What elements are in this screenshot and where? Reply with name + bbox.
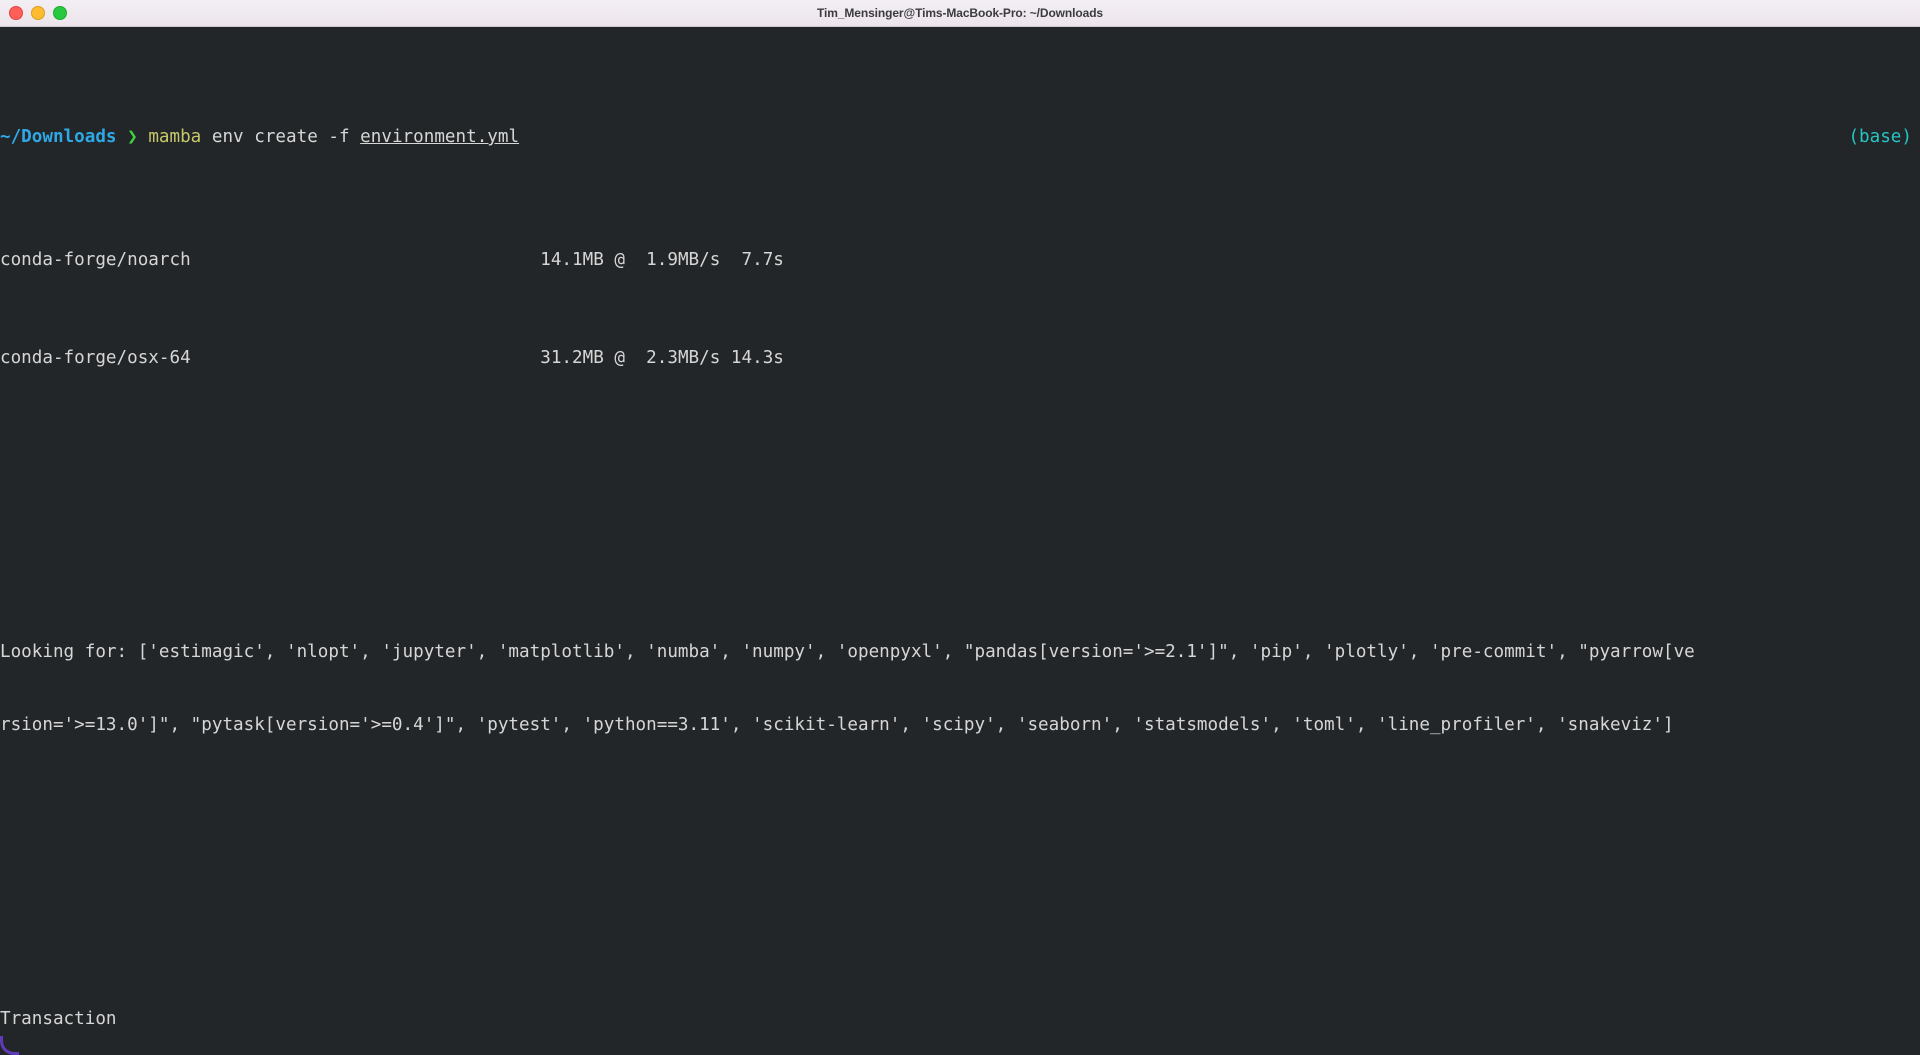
download-gap-noarch bbox=[720, 250, 741, 270]
window-title: Tim_Mensinger@Tims-MacBook-Pro: ~/Downlo… bbox=[816, 6, 1103, 20]
looking-for-line-2: rsion='>=13.0']", "pytask[version='>=0.4… bbox=[0, 715, 1674, 735]
download-gap-osx64 bbox=[720, 348, 731, 368]
download-size-noarch: 14.1MB bbox=[540, 249, 604, 270]
maximize-window-button[interactable] bbox=[53, 6, 67, 20]
transaction-heading: Transaction bbox=[0, 1009, 117, 1029]
download-channel-noarch: conda-forge/noarch bbox=[0, 249, 191, 270]
download-pad-noarch bbox=[191, 250, 541, 270]
download-at-noarch: @ bbox=[603, 249, 647, 270]
download-channel-osx64: conda-forge/osx-64 bbox=[0, 347, 191, 368]
window-titlebar: Tim_Mensinger@Tims-MacBook-Pro: ~/Downlo… bbox=[0, 0, 1920, 27]
traffic-light-controls[interactable] bbox=[9, 0, 67, 26]
command-args: env create -f bbox=[201, 127, 361, 147]
prompt-space-2 bbox=[138, 127, 149, 147]
prompt-arrow-icon: ❯ bbox=[127, 127, 138, 147]
download-time-noarch: 7.7s bbox=[741, 249, 784, 270]
download-row-osx64: conda-forge/osx-64 31.2MB @ 2.3MB/s 14.3… bbox=[0, 346, 1920, 371]
download-at-osx64: @ bbox=[603, 347, 647, 368]
prompt-path: ~/Downloads bbox=[0, 127, 117, 147]
terminal-window: Tim_Mensinger@Tims-MacBook-Pro: ~/Downlo… bbox=[0, 0, 1920, 1055]
command-file-argument: environment.yml bbox=[360, 127, 520, 147]
looking-for-line-1: Looking for: ['estimagic', 'nlopt', 'jup… bbox=[0, 641, 1695, 662]
window-resize-corner[interactable] bbox=[0, 1036, 19, 1055]
command-name: mamba bbox=[148, 127, 202, 147]
minimize-window-button[interactable] bbox=[31, 6, 45, 20]
download-time-osx64: 14.3s bbox=[730, 347, 784, 368]
prompt-space-1 bbox=[117, 127, 128, 147]
download-speed-osx64: 2.3MB/s bbox=[646, 347, 721, 368]
download-pad-osx64 bbox=[191, 348, 541, 368]
terminal-output-area[interactable]: ~/Downloads ❯ mamba env create -f enviro… bbox=[0, 27, 1920, 1055]
shell-prompt-line: ~/Downloads ❯ mamba env create -f enviro… bbox=[0, 125, 1920, 150]
conda-env-badge: (base) bbox=[1848, 127, 1912, 147]
download-speed-noarch: 1.9MB/s bbox=[646, 249, 721, 270]
close-window-button[interactable] bbox=[9, 6, 23, 20]
download-size-osx64: 31.2MB bbox=[540, 347, 604, 368]
download-row-noarch: conda-forge/noarch 14.1MB @ 1.9MB/s 7.7s bbox=[0, 248, 1920, 273]
